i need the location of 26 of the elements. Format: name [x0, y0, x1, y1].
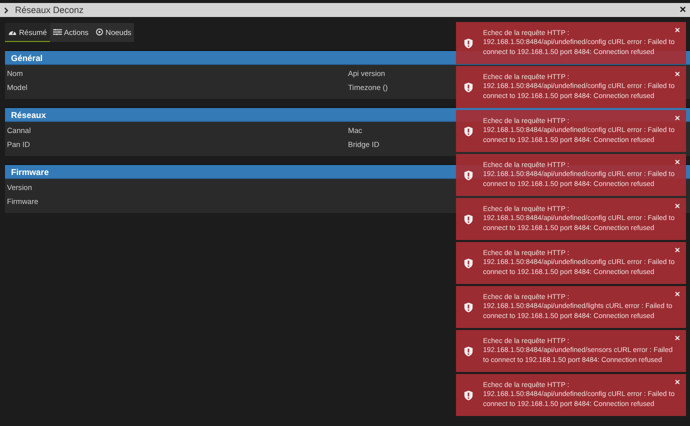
chevron-icon[interactable]: [4, 6, 9, 14]
close-button[interactable]: ×: [674, 378, 680, 387]
shield-warning-icon: [464, 346, 473, 356]
panel-title: Réseaux: [11, 110, 46, 120]
close-button[interactable]: ×: [674, 70, 680, 79]
shield-warning-icon: [464, 302, 473, 312]
close-button[interactable]: ×: [674, 290, 680, 299]
close-button[interactable]: ×: [674, 26, 680, 35]
close-button[interactable]: ×: [674, 334, 680, 343]
window-title: Réseaux Deconz: [15, 5, 85, 15]
shield-warning-icon: [464, 214, 473, 224]
shield-warning-icon: [464, 38, 473, 48]
close-button[interactable]: ×: [674, 246, 680, 255]
close-button[interactable]: ×: [674, 158, 680, 167]
shield-warning-icon: [464, 82, 473, 92]
close-button[interactable]: ×: [674, 202, 680, 211]
shield-warning-icon: [464, 170, 473, 180]
shield-warning-icon: [464, 258, 473, 268]
shield-warning-icon: [464, 126, 473, 136]
shield-warning-icon: [464, 390, 473, 400]
list-icon: [52, 28, 62, 36]
close-button[interactable]: ×: [674, 114, 680, 123]
panel-title: Firmware: [11, 166, 49, 176]
close-button[interactable]: ×: [680, 4, 686, 16]
panel-title: Général: [11, 52, 43, 62]
gauge-icon: [8, 28, 17, 36]
